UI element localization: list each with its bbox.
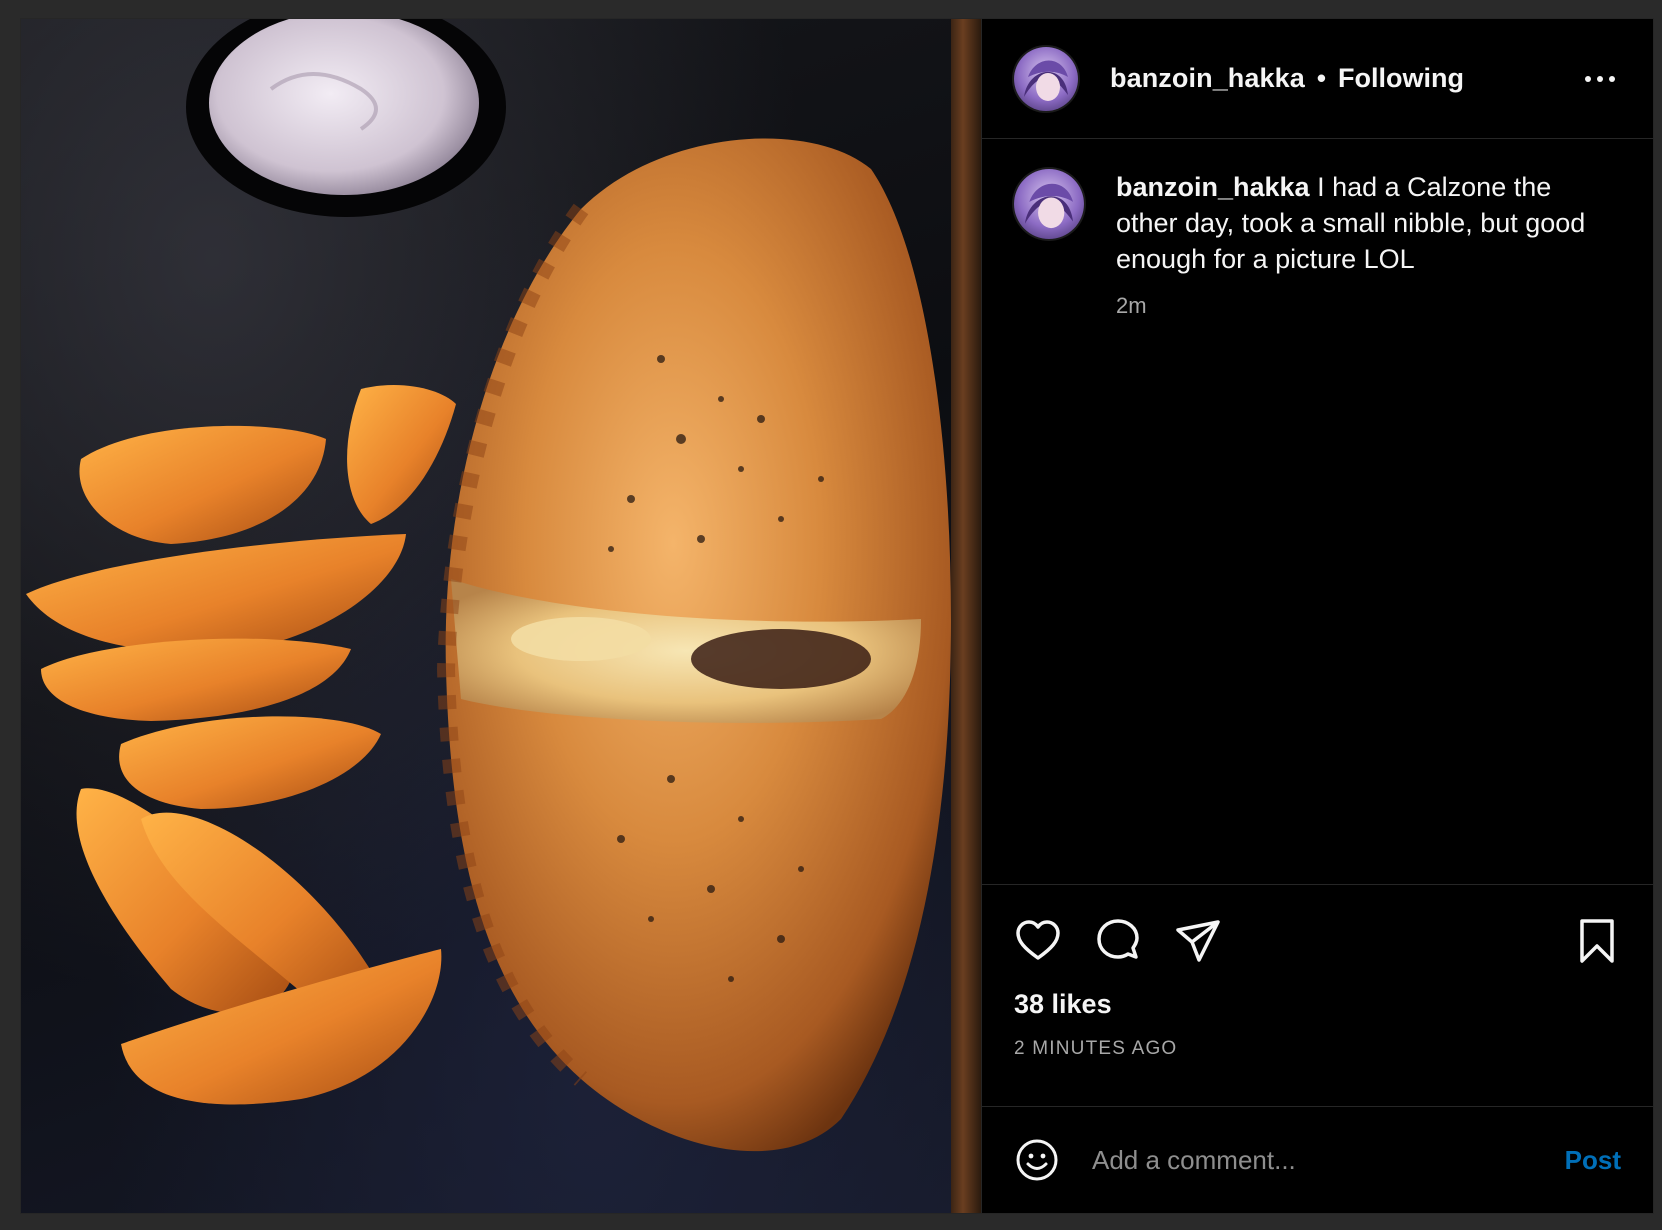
caption-body: banzoin_hakka I had a Calzone the other … xyxy=(1116,169,1596,319)
post-header: banzoin_hakka • Following xyxy=(982,19,1653,139)
action-bar xyxy=(1014,913,1621,969)
sauce-cup xyxy=(186,19,506,217)
photo-illustration xyxy=(26,19,951,1152)
caption-username[interactable]: banzoin_hakka xyxy=(1116,172,1310,202)
heart-icon[interactable] xyxy=(1014,917,1062,965)
likes-count[interactable]: 38 likes xyxy=(1014,989,1621,1020)
bookmark-icon[interactable] xyxy=(1573,917,1621,965)
caption-text-block: banzoin_hakka I had a Calzone the other … xyxy=(1116,169,1596,277)
header-username[interactable]: banzoin_hakka xyxy=(1110,63,1305,94)
potato-wedges xyxy=(26,384,456,1105)
more-dot xyxy=(1609,75,1615,82)
post-side-panel: banzoin_hakka • Following banzoin_hakka xyxy=(981,19,1653,1213)
comment-input[interactable] xyxy=(1090,1143,1549,1177)
header-separator: • xyxy=(1316,63,1326,93)
avatar-image xyxy=(1024,60,1068,101)
caption-section: banzoin_hakka I had a Calzone the other … xyxy=(982,139,1653,884)
posted-time[interactable]: 2 MINUTES AGO xyxy=(1014,1038,1621,1060)
caption-timestamp[interactable]: 2m xyxy=(1116,293,1596,319)
caption-avatar[interactable] xyxy=(1014,169,1084,239)
add-comment-bar: Post xyxy=(982,1106,1653,1213)
avatar[interactable] xyxy=(1014,46,1078,111)
post-photo[interactable] xyxy=(21,19,981,1213)
follow-status-button[interactable]: Following xyxy=(1338,63,1464,94)
more-options-icon[interactable] xyxy=(1579,70,1621,88)
comment-bubble-icon[interactable] xyxy=(1094,917,1142,965)
post-comment-button[interactable]: Post xyxy=(1565,1145,1621,1176)
paper-plane-icon[interactable] xyxy=(1174,917,1222,965)
caption-avatar-image xyxy=(1024,183,1074,229)
emoji-smile-icon[interactable] xyxy=(1014,1137,1060,1183)
calzone xyxy=(436,138,951,1152)
more-dot xyxy=(1585,75,1591,82)
post-modal: banzoin_hakka • Following banzoin_hakka xyxy=(20,18,1654,1214)
actions-section: 38 likes 2 MINUTES AGO xyxy=(982,884,1653,1106)
more-dot xyxy=(1597,75,1603,82)
